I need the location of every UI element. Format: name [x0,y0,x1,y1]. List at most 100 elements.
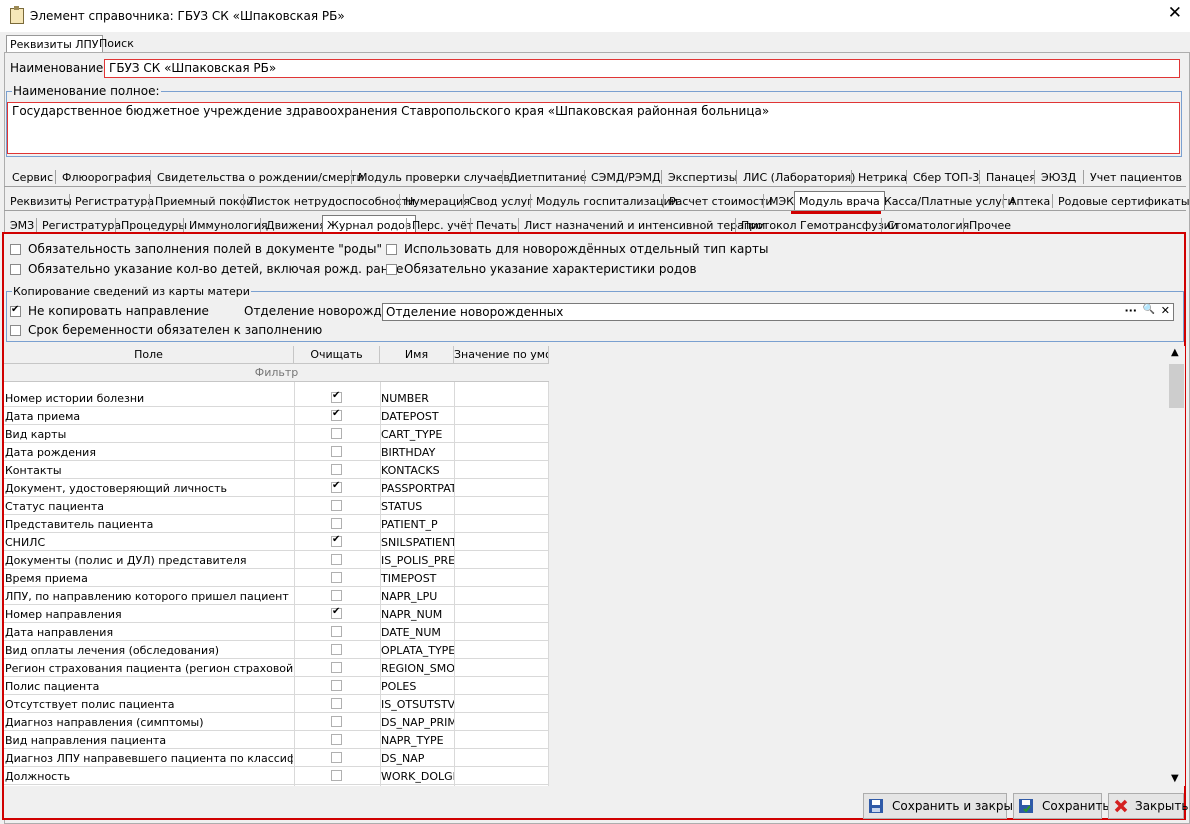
opt2-checkbox[interactable] [10,264,21,275]
table-row[interactable]: Время приема TIMEPOST [4,569,549,587]
scroll-down-icon[interactable]: ▼ [1171,773,1179,784]
tab-cashier[interactable]: Касса/Платные услуги [884,195,1015,208]
clear-checkbox[interactable] [331,390,342,403]
clear-checkbox[interactable] [331,590,342,601]
table-row[interactable]: Вид оплаты лечения (обследования) OPLATA_… [4,641,549,659]
table-row[interactable]: Статус пациента STATUS [4,497,549,515]
close-icon[interactable]: ✕ [1168,5,1182,22]
no-copy-checkbox[interactable] [10,304,21,317]
tab-service[interactable]: Сервис [12,171,53,184]
tab-cost-calc[interactable]: Расчет стоимости [669,195,773,208]
tab-sber[interactable]: Сбер ТОП-3 [913,171,979,184]
tab-numbering[interactable]: Нумерация [405,195,470,208]
clear-checkbox[interactable] [331,500,342,511]
tab-case-check[interactable]: Модуль проверки случаев [358,171,510,184]
tab-registry[interactable]: Регистратура [75,195,154,208]
tab-registry-2[interactable]: Регистратура [42,219,121,232]
clear-checkbox[interactable] [331,698,342,709]
tab-hospitalization[interactable]: Модуль госпитализации [536,195,678,208]
table-row[interactable]: Полис пациента POLES [4,677,549,695]
clear-checkbox[interactable] [331,518,342,529]
tab-print[interactable]: Печать [476,219,517,232]
clear-checkbox[interactable] [331,534,342,547]
col-name-header[interactable]: Имя [380,346,454,364]
tab-patient-account[interactable]: Учет пациентов [1090,171,1182,184]
clear-checkbox[interactable] [331,680,342,691]
tab-prescriptions[interactable]: Лист назначений и интенсивной терапии [524,219,765,232]
table-row[interactable]: Документы (полис и ДУЛ) представителя IS_… [4,551,549,569]
tab-pharmacy[interactable]: Аптека [1009,195,1050,208]
name-field[interactable]: ГБУЗ СК «Шпаковская РБ» [104,59,1180,78]
tab-netrika[interactable]: Нетрика [858,171,907,184]
save-button[interactable]: Сохранить [1013,793,1110,819]
table-row[interactable]: Номер истории болезни NUMBER [4,389,549,407]
filter-row[interactable]: Фильтр [4,364,549,382]
tab-emz[interactable]: ЭМЗ [10,219,34,232]
table-row[interactable]: Представитель пациента PATIENT_P [4,515,549,533]
clear-checkbox[interactable] [331,464,342,475]
fullname-field[interactable]: Государственное бюджетное учреждение здр… [7,102,1180,154]
tab-search[interactable]: Поиск [96,35,137,52]
tab-other[interactable]: Прочее [969,219,1011,232]
term-checkbox[interactable] [10,325,21,336]
opt3-checkbox[interactable] [386,244,397,255]
clear-checkbox[interactable] [331,716,342,727]
close-button[interactable]: Закрыть [1108,793,1188,819]
table-row[interactable]: Документ, удостоверяющий личность PASSPOR… [4,479,549,497]
table-row[interactable]: Отсутствует полис пациента IS_OTSUTSTVU [4,695,549,713]
table-row[interactable]: Диагноз направления (симптомы) DS_NAP_PRI… [4,713,549,731]
clear-checkbox[interactable] [331,626,342,637]
tab-movements[interactable]: Движения [266,219,326,232]
clear-checkbox[interactable] [331,428,342,439]
clear-checkbox[interactable] [331,480,342,493]
opt1-checkbox[interactable] [10,244,21,255]
tab-services-summary[interactable]: Свод услуг [469,195,533,208]
table-row[interactable]: Контакты KONTACKS [4,461,549,479]
table-row[interactable]: ЛПУ, по направлению которого пришел паци… [4,587,549,605]
table-row[interactable]: Вид карты CART_TYPE [4,425,549,443]
tab-reception[interactable]: Приемный покой [155,195,253,208]
tab-panacea[interactable]: Панацея [986,171,1036,184]
col-clear-header[interactable]: Очищать [294,346,380,364]
table-row[interactable]: СНИЛС SNILSPATIENT [4,533,549,551]
tab-requisites[interactable]: Реквизиты [10,195,72,208]
table-row[interactable]: Диагноз ЛПУ направевшего пациента по кла… [4,749,549,767]
tab-doctor-module[interactable]: Модуль врача [794,191,885,211]
clear-checkbox[interactable] [331,572,342,583]
opt4-checkbox[interactable] [386,264,397,275]
tab-procedures[interactable]: Процедуры [121,219,187,232]
table-row[interactable]: Вид направления пациента NAPR_TYPE [4,731,549,749]
tab-mek[interactable]: МЭК [769,195,794,208]
dots-icon[interactable]: ··· [1124,304,1137,317]
save-and-close-button[interactable]: Сохранить и закрыть [863,793,1027,819]
tab-hemotransfusion[interactable]: Протокол Гемотрансфузии [741,219,898,232]
clear-checkbox[interactable] [331,446,342,457]
tab-eyuzd[interactable]: ЭЮЗД [1041,171,1076,184]
vertical-scrollbar[interactable]: ▲ ▼ [1168,346,1185,786]
table-row[interactable]: Номер направления NAPR_NUM [4,605,549,623]
clear-checkbox[interactable] [331,606,342,619]
clear-icon[interactable]: ✕ [1161,304,1170,317]
table-row[interactable]: Регион страхования пациента (регион стра… [4,659,549,677]
tab-dentistry[interactable]: Стоматология [887,219,969,232]
tab-sick-leave[interactable]: Листок нетрудоспособности [249,195,415,208]
clear-checkbox[interactable] [331,734,342,745]
table-row[interactable]: Дата рождения BIRTHDAY [4,443,549,461]
clear-checkbox[interactable] [331,770,342,781]
tab-personal-accounting[interactable]: Перс. учёт [412,219,473,232]
clear-checkbox[interactable] [331,662,342,673]
clear-checkbox[interactable] [331,752,342,763]
dept-field[interactable]: Отделение новорожденных ··· 🔍 ✕ [382,303,1174,321]
tab-immunology[interactable]: Иммунология [189,219,268,232]
scroll-thumb[interactable] [1169,364,1184,408]
tab-expertise[interactable]: Экспертизы [668,171,737,184]
tab-diet[interactable]: Диетпитание [509,171,587,184]
search-icon[interactable]: 🔍 [1143,304,1155,315]
tab-semd[interactable]: СЭМД/РЭМД [591,171,661,184]
tab-lis[interactable]: ЛИС (Лаборатория) [743,171,855,184]
col-default-header[interactable]: Значение по умол [454,346,549,364]
table-row[interactable]: Должность WORK_DOLGN [4,767,549,785]
clear-checkbox[interactable] [331,554,342,565]
tab-lpu-details[interactable]: Реквизиты ЛПУ [6,35,103,53]
tab-fluorography[interactable]: Флюорография [62,171,151,184]
